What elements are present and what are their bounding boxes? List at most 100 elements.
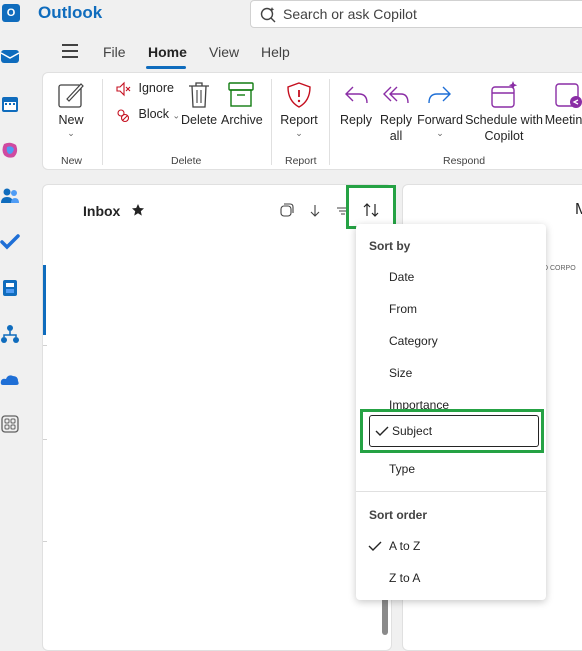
archive-icon	[228, 82, 254, 107]
sort-order-label: Z to A	[389, 571, 421, 585]
search-placeholder: Search or ask Copilot	[283, 6, 417, 22]
copilot-search-icon	[260, 7, 276, 23]
selected-message-indicator	[43, 265, 46, 335]
sort-option-label: Subject	[392, 424, 433, 438]
reply-all-label-line1: Reply	[380, 113, 412, 127]
list-divider	[43, 439, 47, 440]
new-chevron-icon: ⌄	[67, 128, 75, 138]
sort-arrows-icon	[363, 203, 379, 217]
meeting-button[interactable]: Meeting	[541, 81, 582, 128]
reading-pane-initial: M	[575, 201, 582, 218]
reply-button[interactable]: Reply	[339, 81, 373, 128]
forward-icon	[428, 86, 451, 104]
sort-option-label: Type	[389, 462, 416, 476]
todo-icon[interactable]	[0, 232, 20, 252]
block-icon	[117, 109, 130, 123]
sort-order-a-to-z[interactable]: A to Z	[356, 531, 546, 563]
schedule-label-line2: Copilot	[484, 129, 524, 143]
reply-all-label-line2: all	[389, 129, 403, 143]
list-divider	[43, 345, 47, 346]
new-label: New	[58, 113, 84, 127]
schedule-with-copilot-button[interactable]: Schedule with Copilot	[461, 81, 547, 144]
sort-option-label: Date	[389, 270, 415, 284]
tab-view[interactable]: View	[209, 44, 239, 60]
report-chevron-icon: ⌄	[295, 128, 303, 138]
new-button[interactable]: New ⌄	[55, 81, 87, 138]
sort-option-from[interactable]: From	[356, 294, 546, 326]
forward-button[interactable]: Forward ⌄	[417, 81, 463, 138]
active-tab-indicator	[146, 66, 186, 69]
list-divider	[43, 541, 47, 542]
jump-to-icon[interactable]	[308, 203, 322, 219]
sort-by-header: Sort by	[369, 239, 411, 253]
calendar-icon[interactable]	[0, 94, 20, 114]
delete-icon	[189, 82, 209, 108]
sort-option-size[interactable]: Size	[356, 358, 546, 390]
group-label-delete: Delete	[171, 155, 202, 167]
tab-help[interactable]: Help	[261, 44, 290, 60]
block-chevron-icon: ⌄	[172, 110, 181, 121]
folder-title: Inbox	[83, 203, 121, 219]
group-label-report: Report	[285, 155, 317, 167]
sort-order-z-to-a[interactable]: Z to A	[356, 563, 546, 595]
report-shield-icon	[287, 82, 311, 108]
outlook-logo-icon: O	[2, 4, 20, 22]
list-scrollbar[interactable]	[382, 595, 388, 635]
group-label-new: New	[61, 155, 83, 167]
reply-label: Reply	[340, 113, 372, 127]
sort-option-label: From	[389, 302, 417, 316]
reply-icon	[345, 86, 368, 104]
checkmark-icon	[368, 541, 382, 551]
archive-label: Archive	[221, 113, 263, 127]
subject-highlight-box: Subject	[360, 409, 544, 453]
select-messages-icon[interactable]	[280, 203, 294, 219]
message-list-pane: Inbox	[42, 184, 396, 651]
title-bar: O Outlook Search or ask Copilot	[0, 0, 582, 36]
reading-pane-sender-text: D CORPO	[543, 265, 576, 272]
tab-file[interactable]: File	[103, 44, 126, 60]
reply-all-button[interactable]: Reply all	[379, 81, 413, 144]
favorite-star-icon[interactable]	[131, 203, 145, 217]
ribbon-separator	[329, 79, 330, 165]
people-icon[interactable]	[0, 186, 20, 206]
sort-option-subject[interactable]: Subject	[369, 415, 539, 447]
org-icon[interactable]	[0, 278, 20, 298]
ribbon-separator	[271, 79, 272, 165]
new-mail-icon	[58, 83, 84, 108]
delete-label: Delete	[181, 113, 218, 127]
more-apps-icon[interactable]	[0, 414, 20, 434]
forward-chevron-icon: ⌄	[436, 128, 444, 138]
delete-button[interactable]: Delete	[181, 81, 217, 128]
sort-order-header: Sort order	[369, 508, 428, 522]
report-button[interactable]: Report ⌄	[279, 81, 319, 138]
schedule-copilot-icon	[491, 81, 518, 108]
archive-button[interactable]: Archive	[221, 81, 263, 128]
meeting-label: Meeting	[544, 113, 582, 127]
menu-divider	[356, 491, 546, 492]
sort-option-label: Size	[389, 366, 413, 380]
block-button[interactable]: Block ⌄	[115, 107, 180, 123]
ribbon: New ⌄ New Ignore Block ⌄ Delete Archive …	[42, 72, 582, 170]
copilot-icon[interactable]	[0, 140, 20, 160]
onedrive-icon[interactable]	[0, 370, 20, 390]
sort-option-type[interactable]: Type	[356, 454, 546, 486]
sort-button[interactable]	[346, 185, 396, 229]
sort-menu: Sort by Date From Category Size Importan…	[356, 224, 546, 600]
workflow-icon[interactable]	[0, 324, 20, 344]
group-label-respond: Respond	[443, 155, 486, 167]
ignore-label: Ignore	[138, 81, 174, 96]
tab-home[interactable]: Home	[148, 44, 187, 60]
hamburger-menu-icon[interactable]	[62, 44, 78, 58]
ignore-button[interactable]: Ignore	[115, 81, 174, 97]
sort-option-label: Category	[389, 334, 438, 348]
mail-icon[interactable]	[0, 46, 20, 66]
app-rail	[0, 36, 38, 651]
meeting-icon	[555, 83, 582, 108]
app-title: Outlook	[38, 3, 103, 22]
sort-option-category[interactable]: Category	[356, 326, 546, 358]
block-label: Block	[138, 107, 170, 122]
forward-label: Forward	[417, 113, 463, 127]
schedule-label-line1: Schedule with	[465, 113, 543, 127]
sort-option-date[interactable]: Date	[356, 262, 546, 294]
search-box[interactable]: Search or ask Copilot	[250, 0, 582, 28]
